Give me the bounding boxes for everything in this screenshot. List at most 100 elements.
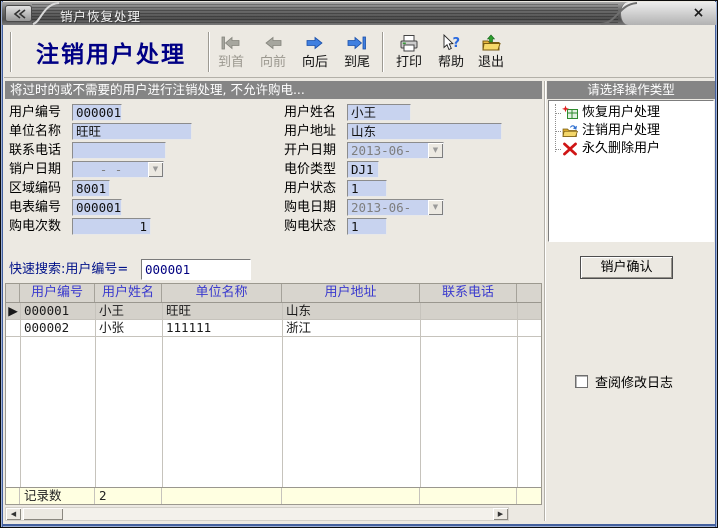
user-table: 用户编号 用户姓名 单位名称 用户地址 联系电话 ▶ 000001 小王 旺旺 … (5, 283, 542, 505)
purchase-date-combo[interactable]: 2013-06-02▼ (347, 199, 444, 216)
grid-line (162, 303, 163, 487)
nav-next-button[interactable]: 向后 (294, 31, 336, 76)
tree-stub (555, 131, 561, 132)
list-item-delete-user[interactable]: 永久删除用户 (549, 140, 711, 158)
grid-line (282, 303, 283, 487)
scroll-left-icon[interactable]: ◀ (6, 508, 21, 520)
user-status-field[interactable]: 1 (347, 180, 387, 197)
field-label: 用户姓名 (284, 104, 336, 121)
checkbox-icon[interactable] (575, 375, 588, 388)
exit-folder-icon (481, 31, 501, 55)
indicator-column-header (6, 284, 20, 302)
help-cursor-icon: ? (440, 31, 462, 55)
horizontal-scrollbar[interactable]: ◀ ▶ (5, 507, 509, 521)
titlebar-swoosh (31, 2, 61, 25)
grid-line (20, 303, 21, 487)
field-label: 用户地址 (284, 123, 336, 140)
cell-unit-name: 旺旺 (162, 303, 282, 319)
close-date-combo[interactable]: - - ▼ (72, 161, 164, 178)
cell-phone (420, 303, 517, 319)
titlebar-cap-curve (599, 2, 639, 25)
nav-first-label: 到首 (218, 56, 244, 70)
cell-user-id: 000001 (20, 303, 95, 319)
footer-indicator-cell (6, 488, 20, 504)
field-label: 购电日期 (284, 199, 336, 216)
column-header[interactable]: 用户编号 (20, 284, 95, 302)
title-bar: 销户恢复处理 × (2, 2, 716, 25)
column-header[interactable]: 联系电话 (420, 284, 517, 302)
chevron-down-icon[interactable]: ▼ (428, 143, 443, 158)
printer-icon (398, 31, 420, 55)
nav-last-button[interactable]: 到尾 (336, 31, 378, 76)
field-label: 单位名称 (9, 123, 61, 140)
list-item-restore-user[interactable]: 恢复用户处理 (549, 104, 711, 122)
footer-cell (282, 488, 420, 504)
nav-prev-label: 向前 (260, 56, 286, 70)
filler-column-header (517, 284, 541, 302)
row-marker-icon: ▶ (6, 303, 20, 319)
confirm-cancel-account-button[interactable]: 销户确认 (580, 256, 673, 279)
footer-cell (162, 488, 282, 504)
field-label: 购电状态 (284, 218, 336, 235)
table-body: ▶ 000001 小王 旺旺 山东 000002 小张 111111 浙江 (6, 303, 541, 487)
unit-name-field[interactable]: 旺旺 (72, 123, 192, 140)
column-header[interactable]: 用户地址 (282, 284, 420, 302)
chevron-down-icon[interactable]: ▼ (428, 200, 443, 215)
meter-no-field[interactable]: 000001 (72, 199, 122, 216)
cell-address: 浙江 (282, 320, 420, 336)
chevron-down-icon[interactable]: ▼ (148, 162, 163, 177)
price-type-field[interactable]: DJ1 (347, 161, 379, 178)
quick-search-label: 快速搜索:用户编号= (9, 260, 128, 280)
help-label: 帮助 (438, 56, 464, 70)
field-label: 区域编码 (9, 180, 61, 197)
nav-prev-button[interactable]: 向前 (252, 31, 294, 76)
view-log-checkbox-row[interactable]: 查阅修改日志 (575, 373, 673, 389)
field-label: 开户日期 (284, 142, 336, 159)
purchase-status-field[interactable]: 1 (347, 218, 387, 235)
phone-field[interactable] (72, 142, 166, 159)
nav-prev-icon (262, 31, 284, 55)
purchase-count-field[interactable]: 1 (72, 218, 151, 235)
help-button[interactable]: ? 帮助 (430, 31, 472, 76)
delete-user-icon (562, 141, 578, 157)
cell-user-name: 小张 (95, 320, 162, 336)
nav-first-button[interactable]: 到首 (210, 31, 252, 76)
scrollbar-thumb[interactable] (23, 508, 63, 520)
field-label: 销户日期 (9, 161, 61, 178)
user-address-field[interactable]: 山东 (347, 123, 502, 140)
panel-divider (544, 81, 546, 521)
exit-button[interactable]: 退出 (470, 31, 512, 76)
region-code-field[interactable]: 8001 (72, 180, 110, 197)
panel-title: 请选择操作类型 (547, 81, 715, 99)
grid-line (95, 303, 96, 487)
hint-bar: 将过时的或不需要的用户进行注销处理, 不允许购电... (5, 81, 542, 99)
row-marker-empty (6, 320, 20, 336)
cell-user-name: 小王 (95, 303, 162, 319)
restore-user-icon (562, 105, 578, 121)
close-date-value: - - (100, 162, 123, 177)
table-row[interactable]: 000002 小张 111111 浙江 (6, 320, 541, 337)
table-row[interactable]: ▶ 000001 小王 旺旺 山东 (6, 303, 541, 320)
nav-next-label: 向后 (302, 56, 328, 70)
column-header[interactable]: 用户姓名 (95, 284, 162, 302)
print-button[interactable]: 打印 (388, 31, 430, 76)
toolbar: 注销用户处理 到首 向前 向后 到尾 (4, 25, 714, 78)
list-item-label: 永久删除用户 (582, 141, 660, 156)
open-date-combo[interactable]: 2013-06-02▼ (347, 142, 444, 159)
footer-cell (420, 488, 517, 504)
list-item-logout-user[interactable]: 注销用户处理 (549, 122, 711, 140)
close-icon[interactable]: × (690, 5, 707, 22)
cell-phone (420, 320, 517, 336)
window-logo-icon[interactable] (5, 5, 32, 22)
toolbar-separator (10, 32, 12, 72)
user-name-field[interactable]: 小王 (347, 104, 411, 121)
app-window: 销户恢复处理 × 注销用户处理 到首 向前 向后 (0, 0, 718, 528)
grid-line (420, 303, 421, 487)
search-input[interactable] (141, 259, 251, 280)
exit-label: 退出 (478, 56, 504, 70)
tree-stub (555, 149, 561, 150)
scroll-right-icon[interactable]: ▶ (493, 508, 508, 520)
user-id-field[interactable]: 000001 (72, 104, 122, 121)
list-item-label: 恢复用户处理 (582, 105, 660, 120)
column-header[interactable]: 单位名称 (162, 284, 282, 302)
